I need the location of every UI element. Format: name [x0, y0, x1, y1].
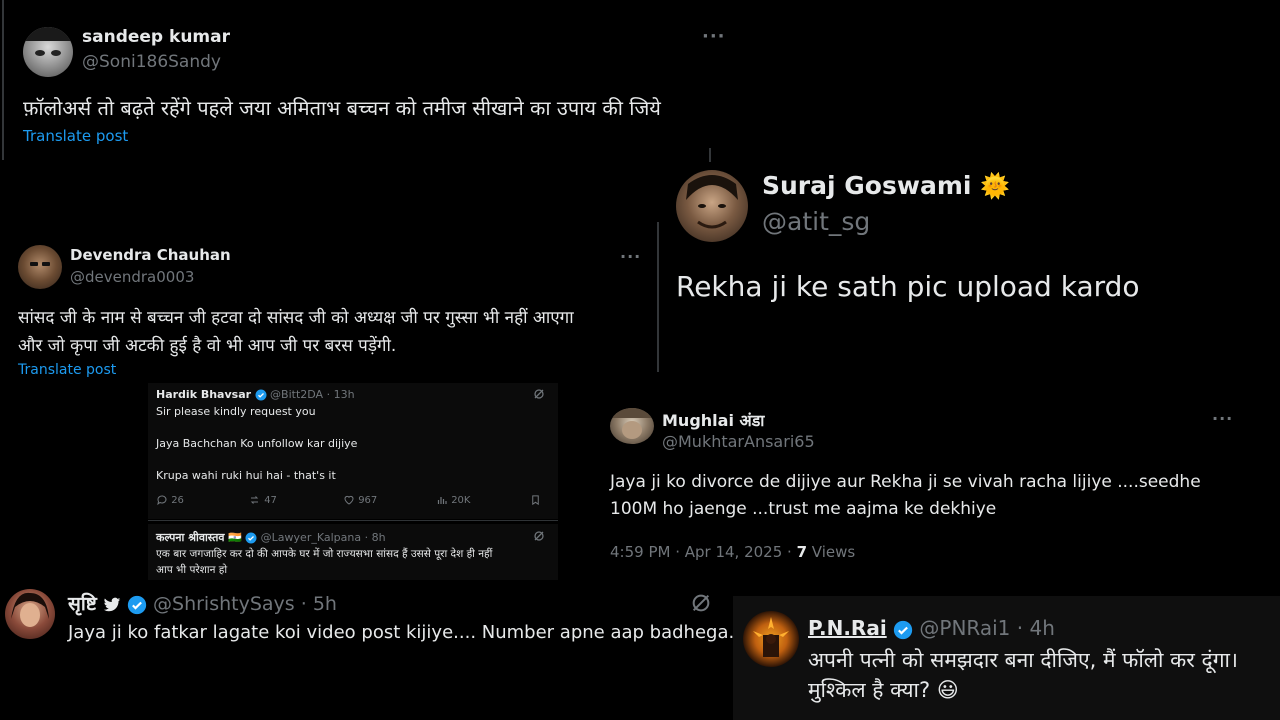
post-text-line-2: 100M ho jaenge ...trust me aajma ke dekh… — [610, 499, 997, 519]
author-handle[interactable]: @PNRai1 — [919, 616, 1010, 640]
post-time: · 5h — [300, 593, 337, 615]
post-card: P.N.Rai @PNRai1 · 4h अपनी पत्नी को समझदा… — [733, 596, 1280, 720]
author-handle[interactable]: @Lawyer_Kalpana — [261, 531, 361, 544]
thread-line — [709, 148, 711, 162]
repost-icon — [250, 496, 259, 504]
reply-count: 26 — [171, 495, 184, 506]
author-name[interactable]: Suraj Goswami 🌞 — [762, 171, 1010, 200]
post-text-line-1: Sir please kindly request you — [156, 405, 316, 418]
post-text-line-2: मुश्किल है क्या? 😃 — [808, 676, 959, 704]
grok-icon[interactable] — [533, 388, 545, 400]
thread-line — [2, 0, 4, 160]
author-name-text: Suraj Goswami — [762, 171, 972, 200]
author-handle[interactable]: @Bitt2DA — [270, 388, 323, 401]
repost-button[interactable]: 47 — [248, 494, 277, 506]
repost-count: 47 — [264, 495, 277, 506]
avatar[interactable] — [743, 611, 799, 667]
post-text-line-3: Krupa wahi ruki hui hai - that's it — [156, 469, 336, 482]
reply-button[interactable]: 26 — [156, 494, 184, 506]
views-count: 7 — [796, 543, 808, 561]
translate-link[interactable]: Translate post — [18, 362, 116, 378]
verified-badge-icon — [127, 595, 147, 614]
author-handle[interactable]: @devendra0003 — [70, 268, 194, 286]
author-name[interactable]: सृष्टि — [68, 593, 97, 615]
views-button[interactable]: 20K — [436, 494, 470, 506]
heart-icon — [344, 495, 354, 505]
post-text-line-1: एक बार जगजाहिर कर दो की आपके घर में जो र… — [156, 548, 493, 560]
post-text-line-2: Jaya Bachchan Ko unfollow kar dijiye — [156, 437, 358, 450]
post-text-line-2-text: मुश्किल है क्या? — [808, 678, 931, 702]
verified-badge-icon — [255, 389, 267, 401]
author-name[interactable]: sandeep kumar — [82, 27, 230, 47]
like-button[interactable]: 967 — [343, 494, 377, 506]
smile-emoji-icon: 😃 — [936, 678, 959, 702]
views-icon — [437, 497, 447, 504]
avatar[interactable] — [18, 245, 62, 289]
more-options-icon[interactable]: ··· — [1212, 409, 1233, 428]
post-time: · 4h — [1016, 616, 1055, 640]
author-name[interactable]: कल्पना श्रीवास्तव — [156, 531, 224, 544]
verified-badge-icon — [893, 620, 913, 639]
avatar[interactable] — [676, 170, 748, 242]
embedded-post-card: Hardik Bhavsar @Bitt2DA · 13h Sir please… — [148, 383, 558, 519]
post-time: · 13h — [326, 388, 355, 401]
avatar[interactable] — [610, 408, 654, 444]
thread-line — [657, 222, 659, 372]
author-handle[interactable]: @atit_sg — [762, 207, 870, 236]
translate-link[interactable]: Translate post — [23, 127, 128, 145]
bookmark-icon[interactable] — [530, 494, 541, 506]
timestamp-text[interactable]: 4:59 PM · Apr 14, 2025 · — [610, 543, 792, 561]
more-options-icon[interactable]: ··· — [620, 247, 641, 266]
grok-icon[interactable] — [533, 530, 545, 542]
post-timestamp: 4:59 PM · Apr 14, 2025 · 7 Views — [610, 543, 855, 561]
divider — [148, 520, 558, 521]
verified-badge-icon — [245, 532, 257, 544]
avatar[interactable] — [23, 27, 73, 77]
author-name[interactable]: P.N.Rai — [808, 616, 887, 640]
reply-icon — [157, 495, 167, 506]
post-text: Rekha ji ke sath pic upload kardo — [676, 270, 1140, 303]
author-handle[interactable]: @MukhtarAnsari65 — [662, 432, 815, 451]
sun-emoji-icon: 🌞 — [980, 172, 1011, 200]
avatar[interactable] — [5, 589, 55, 639]
more-options-icon[interactable]: ··· — [702, 26, 726, 47]
post-text-line-1: Jaya ji ko divorce de dijiye aur Rekha j… — [610, 472, 1201, 492]
post-text-line-1: अपनी पत्नी को समझदार बना दीजिए, मैं फॉलो… — [808, 648, 1238, 672]
post-text-line-1: सांसद जी के नाम से बच्चन जी हटवा दो सांस… — [18, 308, 574, 328]
views-label: Views — [811, 543, 856, 561]
post-text-line-2: और जो कृपा जी अटकी हुई है वो भी आप जी पर… — [18, 336, 397, 356]
author-name[interactable]: Hardik Bhavsar — [156, 388, 251, 401]
grok-icon[interactable] — [690, 592, 712, 614]
author-name[interactable]: Mughlai अंडा — [662, 409, 764, 431]
bird-icon — [103, 597, 121, 611]
embedded-post-card: कल्पना श्रीवास्तव 🇮🇳 @Lawyer_Kalpana · 8… — [148, 524, 558, 580]
views-count: 20K — [451, 495, 471, 506]
author-handle[interactable]: @ShrishtySays — [153, 593, 295, 615]
post-text: फ़ॉलोअर्स तो बढ़ते रहेंगे पहले जया अमिता… — [23, 96, 661, 120]
author-handle[interactable]: @Soni186Sandy — [82, 52, 221, 72]
post-time: · 8h — [364, 531, 386, 544]
post-text-line-2: आप भी परेशान हो — [156, 564, 228, 576]
like-count: 967 — [358, 495, 378, 506]
post-text: Jaya ji ko fatkar lagate koi video post … — [68, 622, 735, 643]
india-flag-icon: 🇮🇳 — [227, 531, 242, 544]
author-name[interactable]: Devendra Chauhan — [70, 246, 231, 264]
